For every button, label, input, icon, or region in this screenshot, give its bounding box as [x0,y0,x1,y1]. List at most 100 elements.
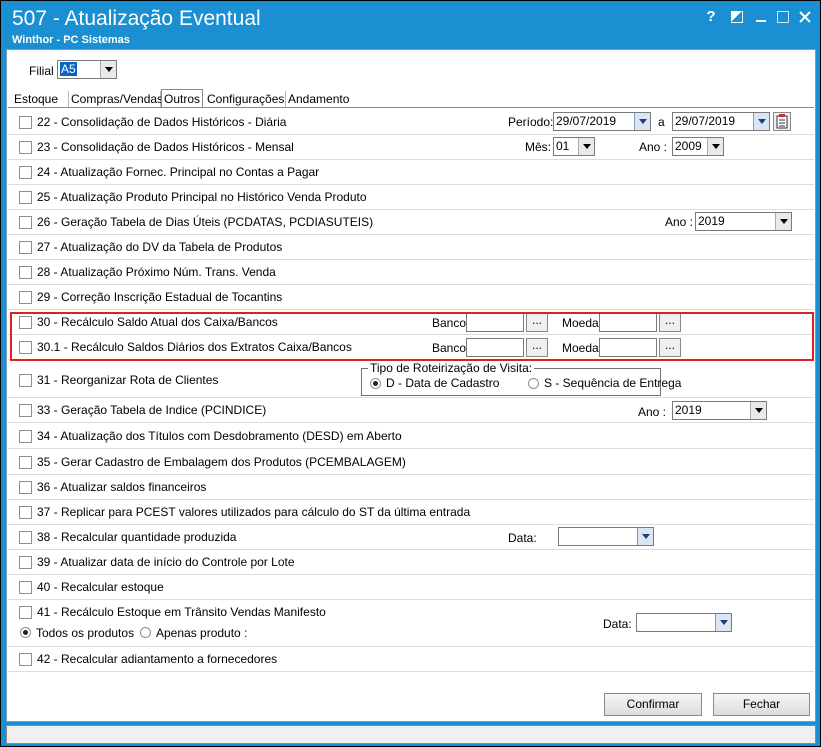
date-from-picker[interactable]: 29/07/2019 [553,112,651,131]
ano-select-23[interactable]: 2009 [672,137,724,156]
tab-estoque[interactable]: Estoque [12,91,69,108]
minimize-icon[interactable] [751,7,771,27]
mes-select[interactable]: 01 [553,137,595,156]
option-35-label: 35 - Gerar Cadastro de Embalagem dos Pro… [37,455,406,469]
option-29-label: 29 - Correção Inscrição Estadual de Toca… [37,290,283,304]
chevron-down-icon [750,402,766,419]
chevron-down-icon [715,614,731,631]
option-26-checkbox[interactable] [19,216,32,229]
option-row-25: 25 - Atualização Produto Principal no Hi… [8,185,814,210]
option-36-checkbox[interactable] [19,481,32,494]
title-bar: 507 - Atualização Eventual Winthor - PC … [1,1,820,49]
ano-select-26[interactable]: 2019 [695,212,792,231]
option-24-checkbox[interactable] [19,166,32,179]
option-row-39: 39 - Atualizar data de início do Control… [8,550,814,575]
option-38-checkbox[interactable] [19,531,32,544]
option-23-checkbox[interactable] [19,141,32,154]
data-label-38: Data: [508,531,537,545]
tab-andamento[interactable]: Andamento [286,91,349,108]
maximize-icon[interactable] [773,7,793,27]
tab-compras-vendas[interactable]: Compras/Vendas [69,91,163,108]
option-41-checkbox[interactable] [19,606,32,619]
close-icon[interactable] [795,7,815,27]
option-22-label: 22 - Consolidação de Dados Históricos - … [37,115,287,129]
radio-sequencia-entrega[interactable] [528,378,539,389]
option-33-label: 33 - Geração Tabela de Indice (PCINDICE) [37,403,267,417]
radio-todos-produtos[interactable] [20,627,31,638]
confirmar-button[interactable]: Confirmar [604,693,702,716]
mes-value: 01 [556,139,570,153]
option-row-26: 26 - Geração Tabela de Dias Úteis (PCDAT… [8,210,814,235]
roteirizacao-group: Tipo de Roteirização de Visita: D - Data… [361,361,681,396]
filial-label: Filial [29,64,54,78]
option-31-checkbox[interactable] [19,374,32,387]
option-27-checkbox[interactable] [19,241,32,254]
radio-data-cadastro[interactable] [370,378,381,389]
option-34-checkbox[interactable] [19,430,32,443]
periodo-label: Período: [508,115,554,129]
radio-apenas-produto[interactable] [140,627,151,638]
ano-label-33: Ano : [638,405,667,419]
option-23-label: 23 - Consolidação de Dados Históricos - … [37,140,294,154]
chevron-down-icon [634,113,650,130]
chevron-down-icon [775,213,791,230]
option-33-checkbox[interactable] [19,404,32,417]
calendar-icon[interactable] [773,112,791,131]
ano-value-23: 2009 [675,139,702,153]
option-40-checkbox[interactable] [19,581,32,594]
radio-sequencia-entrega-label: S - Sequência de Entrega [544,376,682,390]
option-37-label: 37 - Replicar para PCEST valores utiliza… [37,505,471,519]
option-row-23: 23 - Consolidação de Dados Históricos - … [8,135,814,160]
data-picker-38[interactable] [558,527,654,546]
chevron-down-icon [707,138,723,155]
option-29-checkbox[interactable] [19,291,32,304]
option-28-checkbox[interactable] [19,266,32,279]
fechar-button[interactable]: Fechar [713,693,810,716]
application-window: 507 - Atualização Eventual Winthor - PC … [0,0,821,747]
option-39-label: 39 - Atualizar data de início do Control… [37,555,295,569]
option-row-24: 24 - Atualização Fornec. Principal no Co… [8,160,814,185]
option-39-checkbox[interactable] [19,556,32,569]
filial-value: A5 [60,62,77,76]
option-row-33: 33 - Geração Tabela de Indice (PCINDICE)… [8,398,814,423]
option-37-checkbox[interactable] [19,506,32,519]
tab-outros[interactable]: Outros [161,89,203,108]
option-row-34: 34 - Atualização dos Títulos com Desdobr… [8,424,814,449]
option-row-38: 38 - Recalcular quantidade produzida Dat… [8,525,814,550]
date-to-picker[interactable]: 29/07/2019 [672,112,770,131]
option-row-27: 27 - Atualização do DV da Tabela de Prod… [8,235,814,260]
option-row-29: 29 - Correção Inscrição Estadual de Toca… [8,285,814,310]
option-row-28: 28 - Atualização Próximo Núm. Trans. Ven… [8,260,814,285]
chevron-down-icon [753,113,769,130]
data-label-41: Data: [603,617,632,631]
restore-icon[interactable] [727,7,747,27]
option-25-label: 25 - Atualização Produto Principal no Hi… [37,190,367,204]
option-22-checkbox[interactable] [19,116,32,129]
option-26-label: 26 - Geração Tabela de Dias Úteis (PCDAT… [37,215,374,229]
option-row-42: 42 - Recalcular adiantamento a fornecedo… [8,647,814,672]
help-icon[interactable]: ? [701,7,721,27]
option-34-label: 34 - Atualização dos Títulos com Desdobr… [37,429,402,443]
option-row-40: 40 - Recalcular estoque [8,575,814,600]
radio-apenas-produto-label: Apenas produto : [156,626,248,640]
option-row-41: 41 - Recálculo Estoque em Trânsito Venda… [8,600,814,647]
option-25-checkbox[interactable] [19,191,32,204]
option-row-22: 22 - Consolidação de Dados Históricos - … [8,110,814,135]
date-to-value: 29/07/2019 [675,114,736,128]
radio-todos-produtos-label: Todos os produtos [36,626,135,640]
mes-label: Mês: [525,140,552,154]
tab-configuracoes[interactable]: Configurações [205,91,286,108]
ano-select-33[interactable]: 2019 [672,401,767,420]
window-title: 507 - Atualização Eventual [12,7,261,30]
option-40-label: 40 - Recalcular estoque [37,580,164,594]
option-27-label: 27 - Atualização do DV da Tabela de Prod… [37,240,283,254]
highlight-box [10,312,814,361]
option-35-checkbox[interactable] [19,456,32,469]
option-38-label: 38 - Recalcular quantidade produzida [37,530,237,544]
data-picker-41[interactable] [636,613,732,632]
filial-select[interactable]: A5 [57,60,117,79]
status-bar [6,725,816,744]
option-41-label: 41 - Recálculo Estoque em Trânsito Venda… [37,605,326,619]
a-label: a [658,115,665,129]
option-42-checkbox[interactable] [19,653,32,666]
